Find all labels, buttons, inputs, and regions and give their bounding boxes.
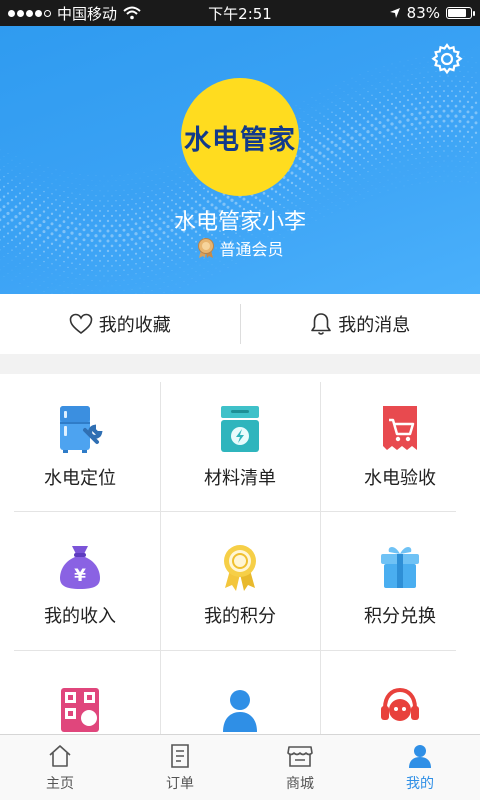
member-level: 普通会员 (0, 236, 480, 260)
fridge-wrench-icon (53, 402, 107, 456)
grid-item-qr-code[interactable] (0, 684, 160, 734)
grid-item-water-electric-location[interactable]: 水电定位 (0, 402, 160, 490)
worker-icon (213, 684, 267, 734)
profile-header: 水电管家 水电管家小李 普通会员 (0, 26, 480, 294)
favorites-button[interactable]: 我的收藏 (0, 294, 240, 354)
grid-item-acceptance[interactable]: 水电验收 (320, 402, 480, 490)
user-icon (409, 744, 431, 768)
tab-orders[interactable]: 订单 (120, 735, 240, 800)
grid-item-label: 积分兑换 (364, 606, 436, 627)
tab-label: 订单 (166, 775, 194, 792)
status-right: 83% (389, 4, 475, 22)
settings-gear-icon[interactable] (430, 42, 464, 76)
username: 水电管家小李 (173, 210, 306, 235)
avatar-logo[interactable]: 水电管家 (181, 78, 299, 196)
grid-item-income[interactable]: ¥ 我的收入 (0, 540, 160, 628)
receipt-cart-icon (373, 402, 427, 456)
tab-label: 主页 (46, 775, 74, 792)
location-arrow-icon (389, 8, 400, 18)
battery-percent: 83% (406, 4, 440, 22)
grid-item-material-list[interactable]: 材料清单 (160, 402, 320, 490)
bottom-tab-bar: 主页 订单 商城 我的 (0, 734, 480, 800)
status-left: 中国移动 (8, 3, 389, 24)
messages-button[interactable]: 我的消息 (241, 294, 480, 354)
grid-item-label: 我的积分 (204, 606, 276, 627)
logo-text: 水电管家 (184, 124, 296, 156)
grid-item-points-exchange[interactable]: 积分兑换 (320, 540, 480, 628)
order-icon (171, 743, 189, 768)
money-bag-icon: ¥ (53, 540, 107, 594)
grid-item-label: 水电验收 (364, 468, 436, 489)
grid-divider (14, 650, 456, 651)
tab-label: 商城 (286, 775, 314, 792)
qr-code-user-icon (53, 684, 107, 734)
grid-item-customer-service[interactable] (320, 684, 480, 734)
member-badge-icon (198, 238, 215, 258)
grid-item-label: 我的收入 (44, 606, 116, 627)
member-level-text: 普通会员 (219, 240, 284, 259)
tab-mine[interactable]: 我的 (360, 735, 480, 800)
tab-label: 我的 (406, 775, 434, 792)
customer-service-icon (373, 684, 427, 734)
grid-divider (14, 511, 456, 512)
svg-text:¥: ¥ (74, 566, 86, 586)
tab-home[interactable]: 主页 (0, 735, 120, 800)
wifi-icon (123, 6, 141, 20)
tab-store[interactable]: 商城 (240, 735, 360, 800)
carrier-name: 中国移动 (57, 4, 118, 23)
grid-item-label: 材料清单 (204, 468, 276, 489)
battery-icon (446, 7, 475, 19)
grid-item-worker[interactable] (160, 684, 320, 734)
heart-icon (69, 313, 93, 335)
signal-strength-icon (8, 9, 51, 17)
gift-icon (373, 540, 427, 594)
feature-grid: 水电定位 材料清单 水电验收 ¥ 我的收入 我的积分 积分兑换 (0, 374, 480, 734)
medal-icon (213, 540, 267, 594)
quick-actions: 我的收藏 我的消息 (0, 294, 480, 354)
bell-icon (311, 313, 332, 335)
store-icon (287, 745, 313, 767)
screen: 中国移动 下午2:51 83% 水电管家 水电管家小李 普通会员 我的收藏 我的… (0, 0, 480, 800)
home-icon (49, 744, 71, 767)
grid-item-points[interactable]: 我的积分 (160, 540, 320, 628)
messages-label: 我的消息 (338, 315, 411, 336)
status-bar: 中国移动 下午2:51 83% (0, 0, 480, 26)
box-lightning-icon (213, 402, 267, 456)
grid-item-label: 水电定位 (44, 468, 116, 489)
favorites-label: 我的收藏 (98, 315, 171, 336)
